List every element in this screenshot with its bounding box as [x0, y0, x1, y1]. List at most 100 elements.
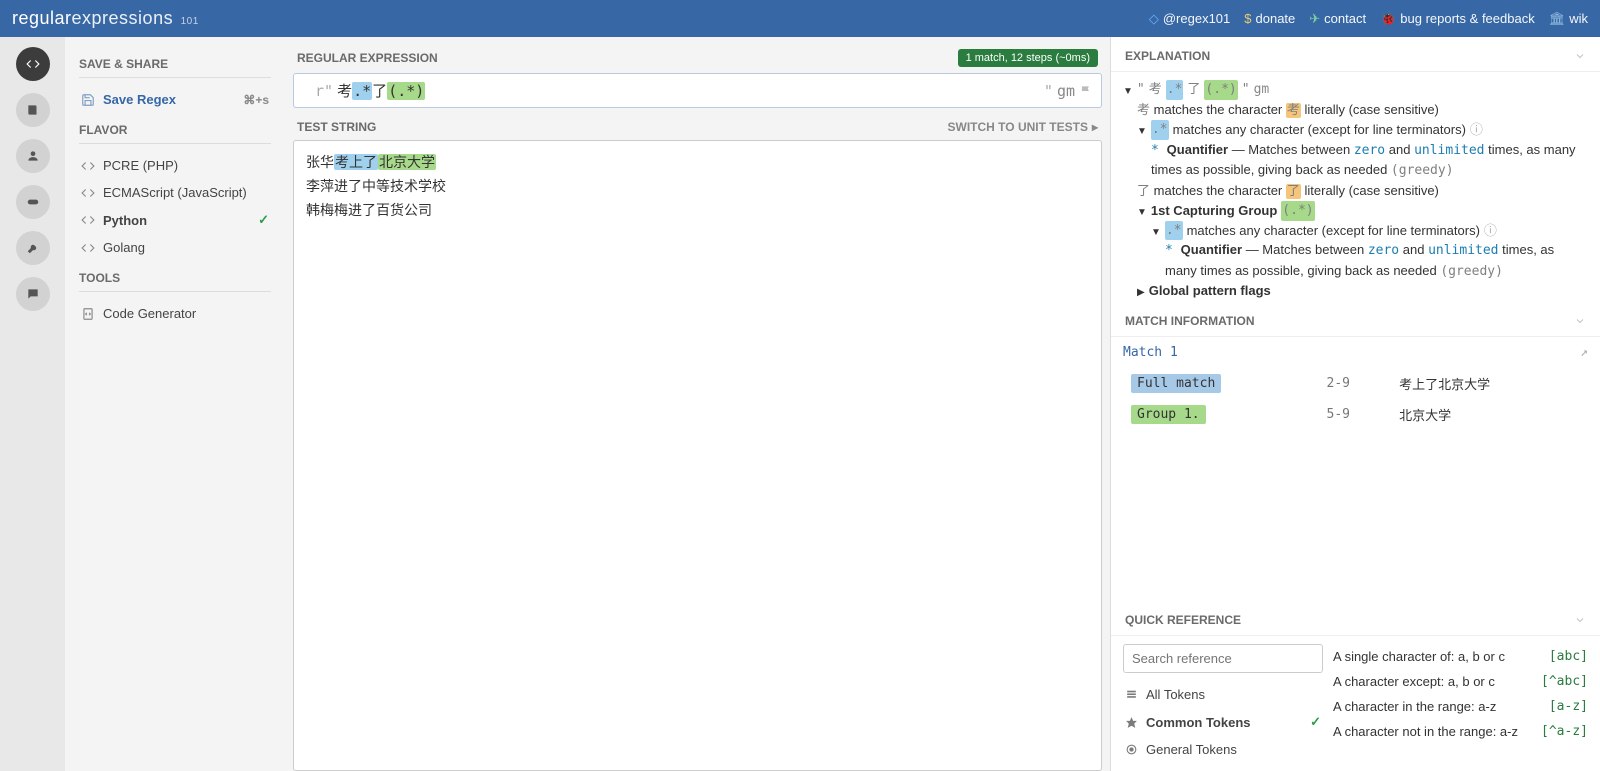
- donate-link[interactable]: $ donate: [1244, 11, 1295, 26]
- flavor-python[interactable]: Python ✓: [79, 206, 271, 234]
- test-l1b: 考上了: [334, 154, 378, 170]
- qr-cat-general[interactable]: General Tokens: [1123, 736, 1323, 763]
- qr-row-notabc[interactable]: A character except: a, b or c [^abc]: [1333, 669, 1588, 694]
- match-tag-full: Full match: [1131, 374, 1221, 393]
- switch-unit-tests-link[interactable]: SWITCH TO UNIT TESTS ▸: [948, 120, 1098, 134]
- exp-unlimited2: unlimited: [1428, 243, 1498, 258]
- exp-and2: and: [1403, 242, 1428, 257]
- explanation-heading[interactable]: EXPLANATION: [1111, 37, 1600, 72]
- rail-settings-button[interactable]: [16, 231, 50, 265]
- regex-flags-area[interactable]: " gm: [1044, 82, 1093, 100]
- quickref-body: All Tokens Common Tokens ✓ General Token…: [1111, 636, 1600, 771]
- chevron-down-icon: [1574, 50, 1586, 62]
- pat-kao: 考: [1149, 80, 1162, 100]
- exp-le-t1: matches the character: [1154, 183, 1286, 198]
- rail-chat-button[interactable]: [16, 277, 50, 311]
- caret-icon[interactable]: ▼: [1123, 84, 1133, 99]
- flag-icon: [1079, 84, 1093, 98]
- test-l1a: 张华: [306, 154, 334, 170]
- pat-flags: gm: [1254, 80, 1270, 100]
- header-links: ◇ @regex101 $ donate ✈ contact 🐞 bug rep…: [1149, 11, 1588, 27]
- caret-icon[interactable]: ▼: [1151, 225, 1161, 240]
- match-row-full[interactable]: Full match 2-9 考上了北京大学: [1123, 368, 1588, 399]
- star-icon: [1125, 716, 1138, 729]
- exp-dotstar-tok2: .*: [1165, 221, 1183, 241]
- help-icon[interactable]: ⓘ: [1470, 120, 1483, 140]
- quickref-heading[interactable]: QUICK REFERENCE: [1111, 601, 1600, 636]
- quickref-search-input[interactable]: [1123, 644, 1323, 673]
- flavor-pcre[interactable]: PCRE (PHP): [79, 152, 271, 179]
- flavor-python-label: Python: [103, 213, 147, 228]
- bugs-link[interactable]: 🐞 bug reports & feedback: [1380, 11, 1535, 27]
- regex-input[interactable]: r" 考.*了(.*) " gm: [293, 73, 1102, 108]
- help-icon[interactable]: ⓘ: [1484, 221, 1497, 241]
- exp-quant-rest: — Matches between: [1232, 142, 1354, 157]
- qr-cat-all[interactable]: All Tokens: [1123, 681, 1323, 708]
- code-generator-button[interactable]: Code Generator: [79, 300, 271, 327]
- match-info-label: MATCH INFORMATION: [1125, 314, 1255, 328]
- qr-cat-all-label: All Tokens: [1146, 687, 1205, 702]
- code-icon: [81, 241, 95, 255]
- code-generator-label: Code Generator: [103, 306, 196, 321]
- bugs-label: bug reports & feedback: [1400, 11, 1534, 26]
- exp-greedy2: (greedy): [1440, 264, 1503, 279]
- rail-quiz-button[interactable]: [16, 185, 50, 219]
- check-icon: ✓: [1310, 714, 1321, 730]
- rail-account-button[interactable]: [16, 139, 50, 173]
- qr-row-abc[interactable]: A single character of: a, b or c [abc]: [1333, 644, 1588, 669]
- pat-group: (.*): [1204, 80, 1237, 100]
- exp-le-t2: literally (case sensitive): [1305, 183, 1439, 198]
- qr-row-az[interactable]: A character in the range: a-z [a-z]: [1333, 694, 1588, 719]
- match-row-group1[interactable]: Group 1. 5-9 北京大学: [1123, 399, 1588, 430]
- exp-quant-rest2: — Matches between: [1246, 242, 1368, 257]
- flavor-ecmascript[interactable]: ECMAScript (JavaScript): [79, 179, 271, 206]
- wiki-link[interactable]: 🏛 wik: [1549, 11, 1588, 27]
- exp-zero2: zero: [1368, 243, 1399, 258]
- exp-greedy: (greedy): [1391, 163, 1454, 178]
- app-header: regularexpressions 101 ◇ @regex101 $ don…: [0, 0, 1600, 37]
- qr-cat-common[interactable]: Common Tokens ✓: [1123, 708, 1323, 736]
- right-panel: EXPLANATION ▼ " 考.*了(.*) " gm 考 matches …: [1110, 37, 1600, 771]
- tok-group: (.*): [387, 82, 425, 100]
- flavor-golang[interactable]: Golang: [79, 234, 271, 261]
- match-info-body: Match 1 ↗ Full match 2-9 考上了北京大学 Group 1…: [1111, 337, 1600, 438]
- caret-icon[interactable]: ▼: [1137, 205, 1147, 220]
- stack-icon: [1125, 688, 1138, 701]
- qr-desc: A character except: a, b or c: [1333, 674, 1495, 689]
- external-icon[interactable]: ↗: [1580, 345, 1588, 360]
- regex-code: 考.*了(.*): [337, 80, 425, 101]
- flavor-heading: FLAVOR: [79, 123, 271, 144]
- chevron-right-icon: ▸: [1092, 120, 1098, 134]
- regex-heading: REGULAR EXPRESSION 1 match, 12 steps (~0…: [293, 37, 1102, 73]
- rail-editor-button[interactable]: [16, 47, 50, 81]
- caret-icon[interactable]: ▶: [1137, 285, 1145, 300]
- contact-link[interactable]: ✈ contact: [1309, 11, 1366, 27]
- target-icon: [1125, 743, 1138, 756]
- exp-kao-t2: literally (case sensitive): [1305, 102, 1439, 117]
- exp-quant-label2: Quantifier: [1181, 242, 1242, 257]
- rail-library-button[interactable]: [16, 93, 50, 127]
- exp-kao-t1: matches the character: [1154, 102, 1286, 117]
- logo-main: regular: [12, 8, 72, 28]
- qr-cat-general-label: General Tokens: [1146, 742, 1237, 757]
- regex-open-delim: r": [315, 82, 333, 100]
- match-info-heading[interactable]: MATCH INFORMATION: [1111, 302, 1600, 337]
- test-line-2: 李萍进了中等技术学校: [306, 175, 1089, 199]
- exp-quant-label: Quantifier: [1167, 142, 1228, 157]
- twitter-link[interactable]: ◇ @regex101: [1149, 11, 1230, 27]
- save-regex-button[interactable]: Save Regex ⌘+s: [79, 86, 271, 113]
- match-range-full: 2-9: [1319, 368, 1392, 399]
- explanation-body: ▼ " 考.*了(.*) " gm 考 matches the characte…: [1111, 72, 1600, 302]
- qr-row-notaz[interactable]: A character not in the range: a-z [^a-z]: [1333, 719, 1588, 744]
- pat-le: 了: [1187, 80, 1200, 100]
- match-stats-badge: 1 match, 12 steps (~0ms): [958, 49, 1098, 67]
- flavor-golang-label: Golang: [103, 240, 145, 255]
- save-shortcut: ⌘+s: [243, 93, 269, 107]
- pat-dotstar: .*: [1166, 80, 1184, 100]
- close-q: ": [1242, 80, 1250, 100]
- logo[interactable]: regularexpressions 101: [12, 8, 199, 29]
- open-q: ": [1137, 80, 1145, 100]
- test-string-input[interactable]: 张华考上了北京大学 李萍进了中等技术学校 韩梅梅进了百货公司: [293, 140, 1102, 771]
- exp-le-tok: 了: [1137, 184, 1150, 199]
- caret-icon[interactable]: ▼: [1137, 124, 1147, 139]
